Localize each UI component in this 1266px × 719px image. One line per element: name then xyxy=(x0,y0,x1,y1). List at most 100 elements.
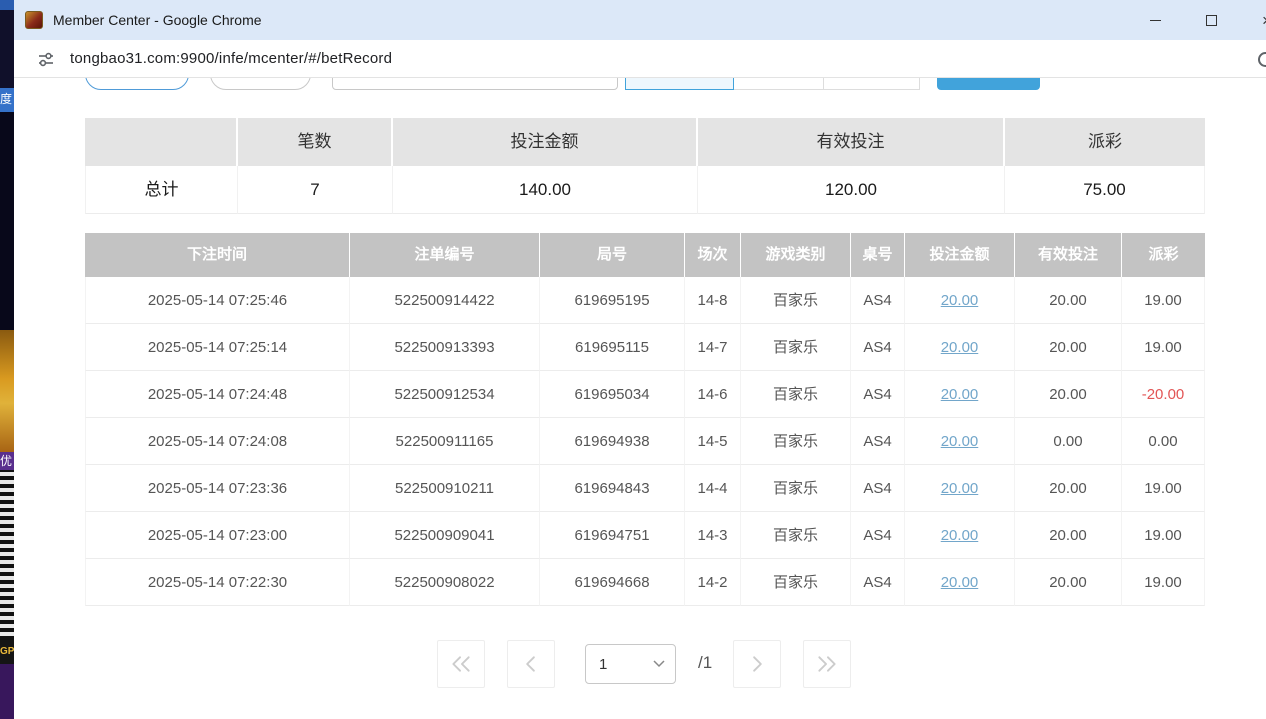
last-page-button[interactable] xyxy=(803,640,851,688)
bet-amount-link[interactable]: 20.00 xyxy=(941,574,979,591)
bet-amount-link[interactable]: 20.00 xyxy=(941,480,979,497)
background-segment xyxy=(0,10,14,88)
address-bar: tongbao31.com:9900/infe/mcenter/#/betRec… xyxy=(14,40,1266,78)
table-row: 2025-05-14 07:25:46 522500914422 6196951… xyxy=(85,277,1205,324)
window-title: Member Center - Google Chrome xyxy=(53,12,262,28)
cell-valid: 20.00 xyxy=(1015,559,1122,606)
cell-game: 百家乐 xyxy=(741,465,851,512)
summary-total-valid: 120.00 xyxy=(698,166,1005,214)
bet-amount-link[interactable]: 20.00 xyxy=(941,433,979,450)
cell-time: 2025-05-14 07:24:08 xyxy=(85,418,350,465)
minimize-button[interactable] xyxy=(1127,0,1183,40)
cell-bet-no: 522500910211 xyxy=(350,465,540,512)
table-row: 2025-05-14 07:23:00 522500909041 6196947… xyxy=(85,512,1205,559)
cell-session: 14-5 xyxy=(685,418,741,465)
cell-table-no: AS4 xyxy=(851,559,905,606)
page-select[interactable]: 1 xyxy=(585,644,676,684)
column-header-bet-no: 注单编号 xyxy=(350,233,540,277)
bet-amount-link[interactable]: 20.00 xyxy=(941,292,979,309)
cell-valid: 0.00 xyxy=(1015,418,1122,465)
chevron-down-icon xyxy=(653,660,665,668)
close-icon: × xyxy=(1262,12,1266,29)
summary-total-row: 总计 7 140.00 120.00 75.00 xyxy=(85,166,1205,214)
search-button[interactable] xyxy=(937,78,1040,90)
bet-table-header-row: 下注时间 注单编号 局号 场次 游戏类别 桌号 投注金额 有效投注 派彩 xyxy=(85,233,1205,277)
site-favicon-icon xyxy=(25,11,43,29)
cell-round: 619695115 xyxy=(540,324,685,371)
cell-table-no: AS4 xyxy=(851,418,905,465)
date-shortcut-yesterday[interactable] xyxy=(733,78,824,90)
next-page-button[interactable] xyxy=(733,640,781,688)
maximize-button[interactable] xyxy=(1183,0,1239,40)
close-button[interactable]: × xyxy=(1239,0,1266,40)
date-range-input[interactable] xyxy=(332,78,618,90)
cell-amount: 20.00 xyxy=(905,512,1015,559)
browser-window: Member Center - Google Chrome × tongbao3… xyxy=(14,0,1266,719)
cell-round: 619694668 xyxy=(540,559,685,606)
bet-amount-link[interactable]: 20.00 xyxy=(941,386,979,403)
cell-payout: 19.00 xyxy=(1122,277,1205,324)
site-settings-icon[interactable] xyxy=(36,49,56,69)
column-header-table-no: 桌号 xyxy=(851,233,905,277)
bet-amount-link[interactable]: 20.00 xyxy=(941,339,979,356)
column-header-time: 下注时间 xyxy=(85,233,350,277)
cell-amount: 20.00 xyxy=(905,324,1015,371)
cell-bet-no: 522500912534 xyxy=(350,371,540,418)
background-page-strip: 度 优 GP xyxy=(0,0,14,719)
cell-bet-no: 522500909041 xyxy=(350,512,540,559)
first-page-button[interactable] xyxy=(437,640,485,688)
double-chevron-right-icon xyxy=(804,640,850,688)
cell-time: 2025-05-14 07:22:30 xyxy=(85,559,350,606)
cell-time: 2025-05-14 07:25:46 xyxy=(85,277,350,324)
cell-payout: 19.00 xyxy=(1122,559,1205,606)
cell-valid: 20.00 xyxy=(1015,324,1122,371)
url-text[interactable]: tongbao31.com:9900/infe/mcenter/#/betRec… xyxy=(70,50,392,67)
date-shortcut-week[interactable] xyxy=(823,78,920,90)
cell-table-no: AS4 xyxy=(851,512,905,559)
cell-bet-no: 522500908022 xyxy=(350,559,540,606)
previous-page-button[interactable] xyxy=(507,640,555,688)
table-row: 2025-05-14 07:24:08 522500911165 6196949… xyxy=(85,418,1205,465)
cell-round: 619695195 xyxy=(540,277,685,324)
summary-header-amount: 投注金额 xyxy=(393,118,698,166)
cell-bet-no: 522500914422 xyxy=(350,277,540,324)
summary-total-payout: 75.00 xyxy=(1005,166,1205,214)
table-row: 2025-05-14 07:25:14 522500913393 6196951… xyxy=(85,324,1205,371)
cell-table-no: AS4 xyxy=(851,324,905,371)
cell-amount: 20.00 xyxy=(905,277,1015,324)
summary-header-blank xyxy=(85,118,238,166)
cell-game: 百家乐 xyxy=(741,512,851,559)
date-shortcut-group xyxy=(625,78,920,90)
bet-record-table: 下注时间 注单编号 局号 场次 游戏类别 桌号 投注金额 有效投注 派彩 202… xyxy=(85,233,1205,606)
chevron-right-icon xyxy=(734,640,780,688)
column-header-payout: 派彩 xyxy=(1122,233,1205,277)
filter-button-secondary[interactable] xyxy=(210,78,311,90)
cell-valid: 20.00 xyxy=(1015,371,1122,418)
cell-amount: 20.00 xyxy=(905,465,1015,512)
cell-valid: 20.00 xyxy=(1015,465,1122,512)
summary-total-amount: 140.00 xyxy=(393,166,698,214)
summary-header-valid: 有效投注 xyxy=(698,118,1005,166)
double-chevron-left-icon xyxy=(438,640,484,688)
window-titlebar: Member Center - Google Chrome × xyxy=(14,0,1266,40)
page-content: 笔数 投注金额 有效投注 派彩 总计 7 140.00 120.00 75.00… xyxy=(14,78,1266,719)
cell-payout: 19.00 xyxy=(1122,324,1205,371)
page-total-label: /1 xyxy=(698,653,712,673)
summary-header-payout: 派彩 xyxy=(1005,118,1205,166)
bet-amount-link[interactable]: 20.00 xyxy=(941,527,979,544)
minimize-icon xyxy=(1150,20,1161,21)
cell-game: 百家乐 xyxy=(741,324,851,371)
column-header-session: 场次 xyxy=(685,233,741,277)
browser-profile-icon[interactable] xyxy=(1258,52,1266,67)
maximize-icon xyxy=(1206,15,1217,26)
summary-header-row: 笔数 投注金额 有效投注 派彩 xyxy=(85,118,1205,166)
table-row: 2025-05-14 07:23:36 522500910211 6196948… xyxy=(85,465,1205,512)
summary-table: 笔数 投注金额 有效投注 派彩 总计 7 140.00 120.00 75.00 xyxy=(85,118,1205,214)
cell-round: 619694843 xyxy=(540,465,685,512)
filter-button-primary[interactable] xyxy=(85,78,189,90)
background-segment xyxy=(0,112,14,330)
date-shortcut-today[interactable] xyxy=(625,78,734,90)
cell-session: 14-8 xyxy=(685,277,741,324)
cell-amount: 20.00 xyxy=(905,418,1015,465)
cell-round: 619695034 xyxy=(540,371,685,418)
